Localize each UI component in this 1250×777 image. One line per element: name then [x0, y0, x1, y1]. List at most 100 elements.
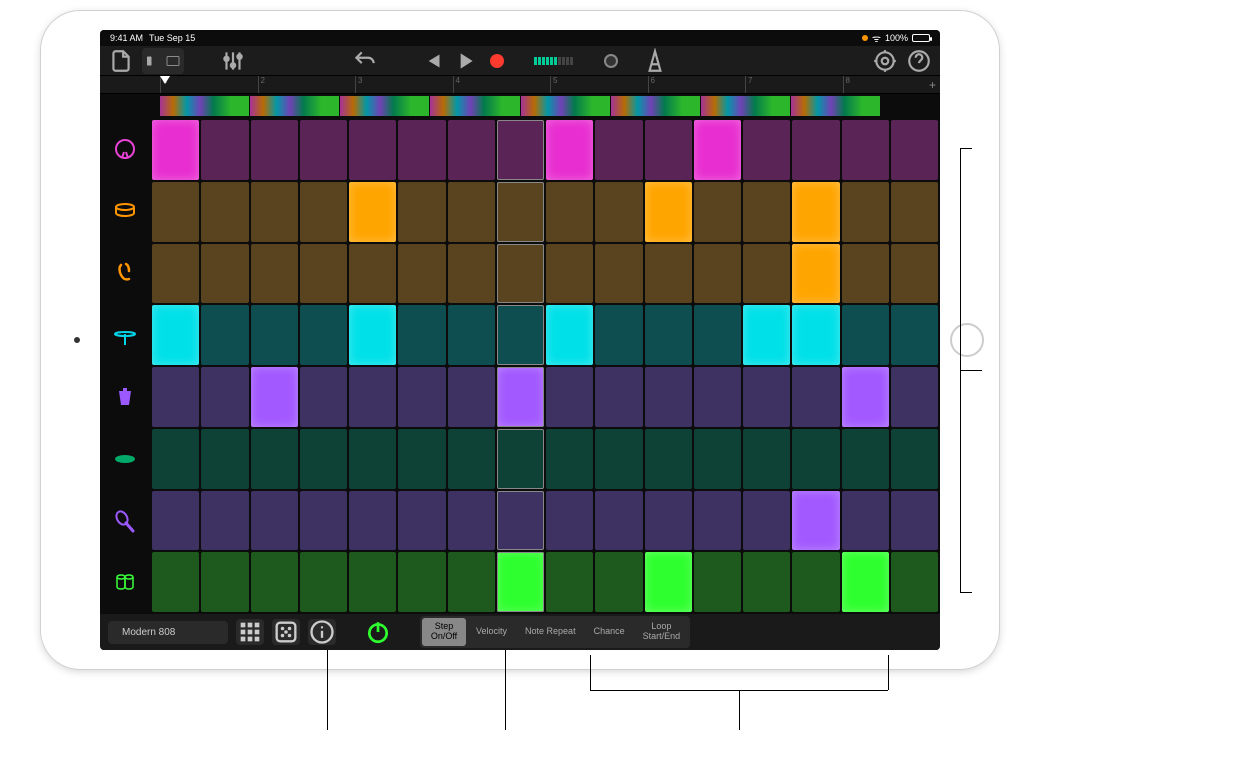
step-cell[interactable] — [152, 491, 199, 551]
step-cell[interactable] — [349, 491, 396, 551]
step-cell[interactable] — [497, 429, 544, 489]
track-controls-button[interactable] — [220, 50, 246, 72]
step-cell[interactable] — [842, 552, 889, 612]
instrument-hihat[interactable] — [100, 304, 150, 366]
step-cell[interactable] — [595, 367, 642, 427]
step-cell[interactable] — [497, 244, 544, 304]
step-cell[interactable] — [300, 305, 347, 365]
step-cell[interactable] — [645, 182, 692, 242]
step-cell[interactable] — [497, 120, 544, 180]
step-cell[interactable] — [694, 491, 741, 551]
instrument-clap[interactable] — [100, 242, 150, 304]
step-cell[interactable] — [448, 182, 495, 242]
step-cell[interactable] — [251, 120, 298, 180]
step-cell[interactable] — [595, 182, 642, 242]
step-cell[interactable] — [300, 552, 347, 612]
step-cell[interactable] — [448, 552, 495, 612]
kit-name-button[interactable]: Modern 808 — [108, 621, 228, 644]
step-cell[interactable] — [743, 552, 790, 612]
step-cell[interactable] — [891, 182, 938, 242]
step-cell[interactable] — [743, 429, 790, 489]
step-cell[interactable] — [497, 182, 544, 242]
step-cell[interactable] — [349, 367, 396, 427]
go-to-beginning-button[interactable] — [420, 50, 446, 72]
step-cell[interactable] — [842, 120, 889, 180]
step-cell[interactable] — [891, 305, 938, 365]
step-cell[interactable] — [201, 182, 248, 242]
step-cell[interactable] — [251, 182, 298, 242]
step-cell[interactable] — [152, 367, 199, 427]
step-cell[interactable] — [546, 367, 593, 427]
step-cell[interactable] — [792, 244, 839, 304]
step-cell[interactable] — [152, 429, 199, 489]
step-cell[interactable] — [792, 182, 839, 242]
step-cell[interactable] — [448, 305, 495, 365]
step-cell[interactable] — [448, 491, 495, 551]
step-cell[interactable] — [497, 367, 544, 427]
step-cell[interactable] — [842, 429, 889, 489]
master-volume-slider[interactable] — [604, 54, 618, 68]
step-cell[interactable] — [300, 120, 347, 180]
step-cell[interactable] — [349, 305, 396, 365]
step-cell[interactable] — [201, 244, 248, 304]
step-cell[interactable] — [349, 244, 396, 304]
randomize-button[interactable] — [272, 619, 300, 645]
edit-mode-noterepeat[interactable]: Note Repeat — [517, 618, 584, 646]
settings-button[interactable] — [872, 50, 898, 72]
info-button[interactable] — [308, 619, 336, 645]
metronome-button[interactable] — [642, 50, 668, 72]
step-cell[interactable] — [842, 305, 889, 365]
step-cell[interactable] — [595, 120, 642, 180]
step-cell[interactable] — [891, 491, 938, 551]
step-cell[interactable] — [349, 120, 396, 180]
step-cell[interactable] — [398, 244, 445, 304]
step-cell[interactable] — [546, 182, 593, 242]
add-section-button[interactable]: + — [929, 78, 936, 92]
step-cell[interactable] — [497, 552, 544, 612]
edit-mode-velocity[interactable]: Velocity — [468, 618, 515, 646]
step-cell[interactable] — [595, 429, 642, 489]
step-cell[interactable] — [694, 305, 741, 365]
step-cell[interactable] — [595, 244, 642, 304]
step-cell[interactable] — [251, 305, 298, 365]
play-button[interactable] — [452, 50, 478, 72]
step-cell[interactable] — [251, 552, 298, 612]
step-cell[interactable] — [349, 429, 396, 489]
step-cell[interactable] — [743, 244, 790, 304]
step-cell[interactable] — [694, 120, 741, 180]
pattern-overview[interactable] — [100, 94, 940, 118]
step-cell[interactable] — [546, 244, 593, 304]
step-cell[interactable] — [448, 429, 495, 489]
step-cell[interactable] — [891, 429, 938, 489]
step-cell[interactable] — [694, 244, 741, 304]
step-cell[interactable] — [645, 429, 692, 489]
step-cell[interactable] — [546, 552, 593, 612]
step-cell[interactable] — [792, 552, 839, 612]
step-cell[interactable] — [398, 367, 445, 427]
step-cell[interactable] — [201, 491, 248, 551]
step-cell[interactable] — [398, 491, 445, 551]
step-cell[interactable] — [546, 120, 593, 180]
step-cell[interactable] — [251, 367, 298, 427]
step-cell[interactable] — [792, 491, 839, 551]
step-cell[interactable] — [891, 120, 938, 180]
step-cell[interactable] — [300, 491, 347, 551]
browser-button[interactable] — [142, 48, 184, 74]
step-cell[interactable] — [152, 244, 199, 304]
playhead-icon[interactable] — [160, 76, 170, 84]
step-cell[interactable] — [595, 552, 642, 612]
edit-mode-step[interactable]: StepOn/Off — [422, 618, 466, 646]
edit-mode-chance[interactable]: Chance — [586, 618, 633, 646]
step-cell[interactable] — [251, 429, 298, 489]
step-cell[interactable] — [300, 182, 347, 242]
ipad-home-button[interactable] — [950, 323, 984, 357]
timeline-ruler[interactable]: 1 2 3 4 5 6 7 8 + — [100, 76, 940, 94]
step-cell[interactable] — [743, 182, 790, 242]
step-cell[interactable] — [743, 120, 790, 180]
step-cell[interactable] — [398, 552, 445, 612]
step-cell[interactable] — [398, 120, 445, 180]
step-cell[interactable] — [743, 367, 790, 427]
step-cell[interactable] — [645, 367, 692, 427]
instrument-conga[interactable] — [100, 552, 150, 614]
step-cell[interactable] — [398, 182, 445, 242]
